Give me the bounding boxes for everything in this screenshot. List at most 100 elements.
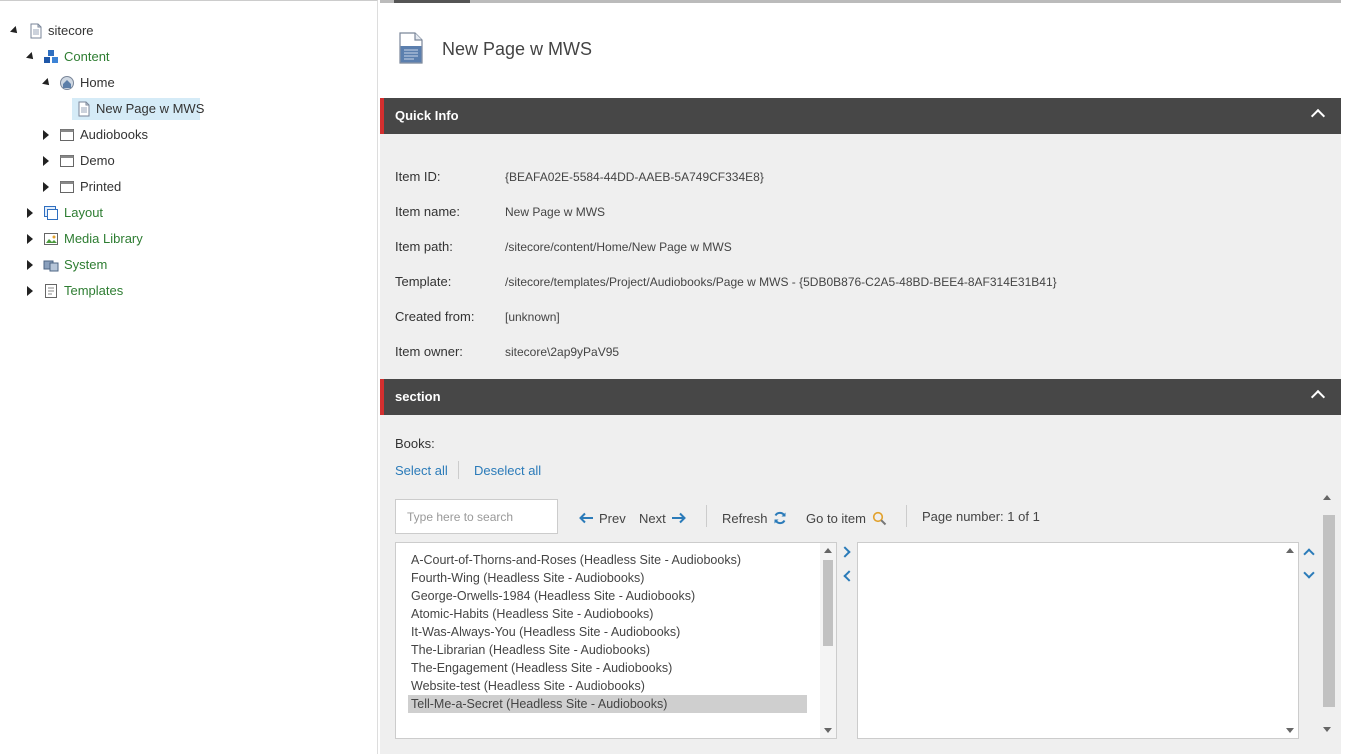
expand-toggle-icon[interactable] — [27, 286, 33, 296]
scrollbar-thumb[interactable] — [823, 560, 833, 646]
expand-toggle-icon[interactable] — [27, 208, 33, 218]
scroll-down-icon[interactable] — [1286, 728, 1294, 733]
tree-node-home[interactable]: Home — [0, 72, 378, 94]
tree-node-system[interactable]: System — [0, 254, 378, 276]
expand-toggle-icon[interactable] — [43, 182, 49, 192]
window-icon — [60, 129, 74, 141]
section-title: Quick Info — [395, 108, 459, 123]
template-value: /sitecore/templates/Project/Audiobooks/P… — [505, 275, 1057, 289]
page-title: New Page w MWS — [442, 39, 593, 59]
tree-label: Audiobooks — [80, 127, 148, 142]
select-all-link[interactable]: Select all — [395, 463, 448, 478]
tree-node-sitecore[interactable]: sitecore — [0, 20, 378, 42]
expand-toggle-icon[interactable] — [43, 156, 49, 166]
section-header[interactable]: section — [380, 379, 1341, 415]
list-item[interactable]: The-Engagement (Headless Site - Audioboo… — [408, 659, 807, 677]
tree-node-layout[interactable]: Layout — [0, 202, 378, 224]
tree-node-audiobooks[interactable]: Audiobooks — [0, 124, 378, 146]
link-divider — [458, 461, 459, 479]
collapse-toggle-icon[interactable] — [42, 78, 52, 88]
next-label: Next — [639, 510, 666, 526]
tree-node-templates[interactable]: Templates — [0, 280, 378, 302]
content-editor: New Page w MWS Quick Info Item ID: {BEAF… — [380, 0, 1341, 754]
refresh-label: Refresh — [722, 510, 768, 526]
scroll-down-icon[interactable] — [824, 728, 832, 733]
chevron-up-icon[interactable] — [1310, 389, 1326, 405]
prev-button[interactable]: Prev — [578, 509, 626, 527]
image-icon — [44, 233, 58, 245]
tree-node-media-library[interactable]: Media Library — [0, 228, 378, 250]
scrollbar[interactable] — [820, 543, 836, 738]
item-owner-label: Item owner: — [395, 344, 463, 359]
tree-label: Demo — [80, 153, 115, 168]
page-icon — [78, 101, 90, 117]
item-id-value: {BEAFA02E-5584-44DD-AAEB-5A749CF334E8} — [505, 170, 764, 184]
tree-label: Layout — [64, 205, 104, 220]
item-owner-value: sitecore\2ap9yPaV95 — [505, 345, 620, 359]
tree-label: System — [64, 257, 108, 272]
go-to-item-label: Go to item — [806, 510, 866, 526]
expand-toggle-icon[interactable] — [43, 130, 49, 140]
go-to-item-button[interactable]: Go to item — [806, 509, 887, 527]
page-scrollbar[interactable] — [1321, 491, 1341, 739]
window-icon — [60, 155, 74, 167]
collapse-toggle-icon[interactable] — [10, 26, 20, 36]
refresh-button[interactable]: Refresh — [722, 509, 787, 527]
item-header: New Page w MWS — [380, 3, 1341, 98]
list-item[interactable]: Website-test (Headless Site - Audiobooks… — [408, 677, 807, 695]
list-item[interactable]: Fourth-Wing (Headless Site - Audiobooks) — [408, 569, 807, 587]
tree-label: Home — [80, 75, 115, 90]
move-right-icon[interactable] — [839, 546, 851, 558]
scroll-up-icon[interactable] — [1286, 548, 1294, 553]
scroll-up-icon[interactable] — [1323, 495, 1331, 500]
search-icon — [872, 511, 887, 525]
item-path-value: /sitecore/content/Home/New Page w MWS — [505, 240, 732, 254]
move-left-icon[interactable] — [843, 570, 855, 582]
created-from-label: Created from: — [395, 309, 475, 324]
selected-items-list[interactable] — [857, 542, 1299, 739]
tree-label: sitecore — [48, 23, 94, 38]
scroll-down-icon[interactable] — [1323, 727, 1331, 732]
move-up-icon[interactable] — [1303, 548, 1315, 560]
item-path-label: Item path: — [395, 239, 453, 254]
list-item-selected[interactable]: Tell-Me-a-Secret (Headless Site - Audiob… — [408, 695, 807, 713]
tree-node-demo[interactable]: Demo — [0, 150, 378, 172]
scroll-up-icon[interactable] — [824, 548, 832, 553]
item-name-label: Item name: — [395, 204, 461, 219]
system-icon — [43, 260, 59, 272]
tree-label: Printed — [80, 179, 122, 194]
content-cubes-icon — [44, 50, 58, 63]
expand-toggle-icon[interactable] — [27, 234, 33, 244]
tree-node-new-page-w-mws[interactable]: New Page w MWS — [0, 98, 378, 120]
next-button[interactable]: Next — [639, 509, 687, 527]
list-item[interactable]: A-Court-of-Thorns-and-Roses (Headless Si… — [408, 551, 807, 569]
template-label: Template: — [395, 274, 452, 289]
tree-label: New Page w MWS — [96, 101, 205, 116]
scrollbar[interactable] — [1282, 543, 1298, 738]
created-from-value: [unknown] — [505, 310, 560, 324]
chevron-up-icon[interactable] — [1310, 108, 1326, 124]
scrollbar-thumb[interactable] — [1323, 515, 1335, 707]
deselect-all-link[interactable]: Deselect all — [474, 463, 541, 478]
quick-info-section-header[interactable]: Quick Info — [380, 98, 1341, 134]
home-icon — [60, 76, 74, 90]
available-items-list[interactable]: A-Court-of-Thorns-and-Roses (Headless Si… — [395, 542, 837, 739]
section-title: section — [395, 389, 441, 404]
tree-node-content[interactable]: Content — [0, 46, 378, 68]
list-item[interactable]: The-Librarian (Headless Site - Audiobook… — [408, 641, 807, 659]
list-item[interactable]: Atomic-Habits (Headless Site - Audiobook… — [408, 605, 807, 623]
collapse-toggle-icon[interactable] — [26, 52, 36, 62]
item-name-value: New Page w MWS — [505, 205, 606, 219]
tree-node-printed[interactable]: Printed — [0, 176, 378, 198]
move-down-icon[interactable] — [1303, 567, 1315, 579]
page-number: Page number: 1 of 1 — [922, 509, 1040, 524]
prev-label: Prev — [599, 510, 626, 526]
tree-label: Templates — [64, 283, 124, 298]
item-id-label: Item ID: — [395, 169, 441, 184]
refresh-icon — [774, 511, 786, 525]
list-item[interactable]: George-Orwells-1984 (Headless Site - Aud… — [408, 587, 807, 605]
list-item[interactable]: It-Was-Always-You (Headless Site - Audio… — [408, 623, 807, 641]
expand-toggle-icon[interactable] — [27, 260, 33, 270]
page-icon — [30, 23, 42, 39]
search-input[interactable] — [395, 499, 558, 534]
